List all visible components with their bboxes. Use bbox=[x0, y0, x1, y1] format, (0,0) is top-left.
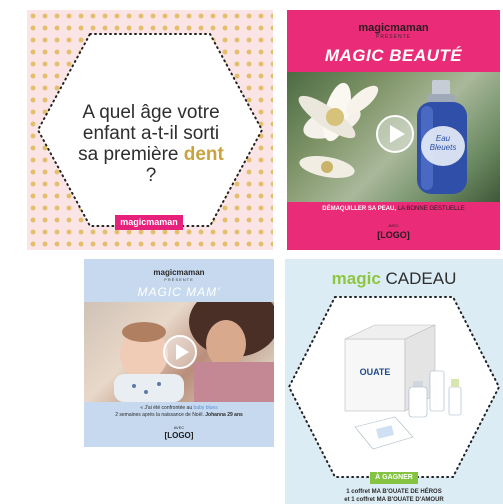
play-button[interactable] bbox=[162, 334, 198, 375]
post-tile-magic-beaute[interactable]: magicmaman PRÉSENTE MAGIC BEAUTÉ Eau Bleu… bbox=[287, 10, 500, 250]
video-title: MAGIC MAM' bbox=[137, 285, 221, 299]
video-caption: DÉMAQUILLER SA PEAU, LA BONNE GESTUELLE bbox=[322, 206, 465, 212]
brand-logo: magicmaman bbox=[358, 22, 429, 34]
partner-logo-placeholder: [LOGO] bbox=[164, 431, 194, 440]
product-photo: Eau Bleuets bbox=[287, 72, 500, 202]
partner-avec: AVEC bbox=[388, 223, 399, 228]
contest-artwork: OUATE bbox=[287, 296, 501, 478]
win-badge: À GAGNER bbox=[370, 472, 418, 484]
prize-description: 1 coffret MA B'OUATE DE HÉROS et 1 coffre… bbox=[344, 489, 444, 503]
post-tile-magic-mam[interactable]: magicmaman PRÉSENTE MAGIC MAM' « J'ai ét… bbox=[84, 259, 274, 447]
brand-logo: magicmaman bbox=[153, 268, 205, 277]
play-icon bbox=[163, 335, 197, 369]
brand-badge: magicmaman bbox=[115, 215, 183, 230]
partner-logo-placeholder: [LOGO] bbox=[377, 230, 410, 240]
post-tile-first-tooth[interactable]: A quel âge votre enfant a-t-il sorti sa … bbox=[27, 10, 273, 250]
box-label: OUATE bbox=[360, 367, 391, 377]
product-label: Eau Bleuets bbox=[429, 134, 457, 152]
question-text: A quel âge votre enfant a-t-il sorti sa … bbox=[78, 102, 224, 186]
presents-label: PRÉSENTE bbox=[164, 277, 194, 282]
highlight-word: dent bbox=[183, 144, 224, 165]
presents-label: PRÉSENTE bbox=[376, 34, 411, 40]
partner-avec: AVEC bbox=[173, 425, 185, 430]
testimonial-quote: « J'ai été confrontée au baby blues 2 se… bbox=[115, 405, 243, 418]
mother-baby-photo bbox=[84, 287, 274, 402]
play-button[interactable] bbox=[375, 114, 415, 159]
post-tile-magic-cadeau[interactable]: magic CADEAU OUATE À GAGNER 1 coffret MA… bbox=[285, 259, 503, 504]
video-title: MAGIC BEAUTÉ bbox=[324, 46, 463, 65]
play-icon bbox=[376, 115, 414, 153]
